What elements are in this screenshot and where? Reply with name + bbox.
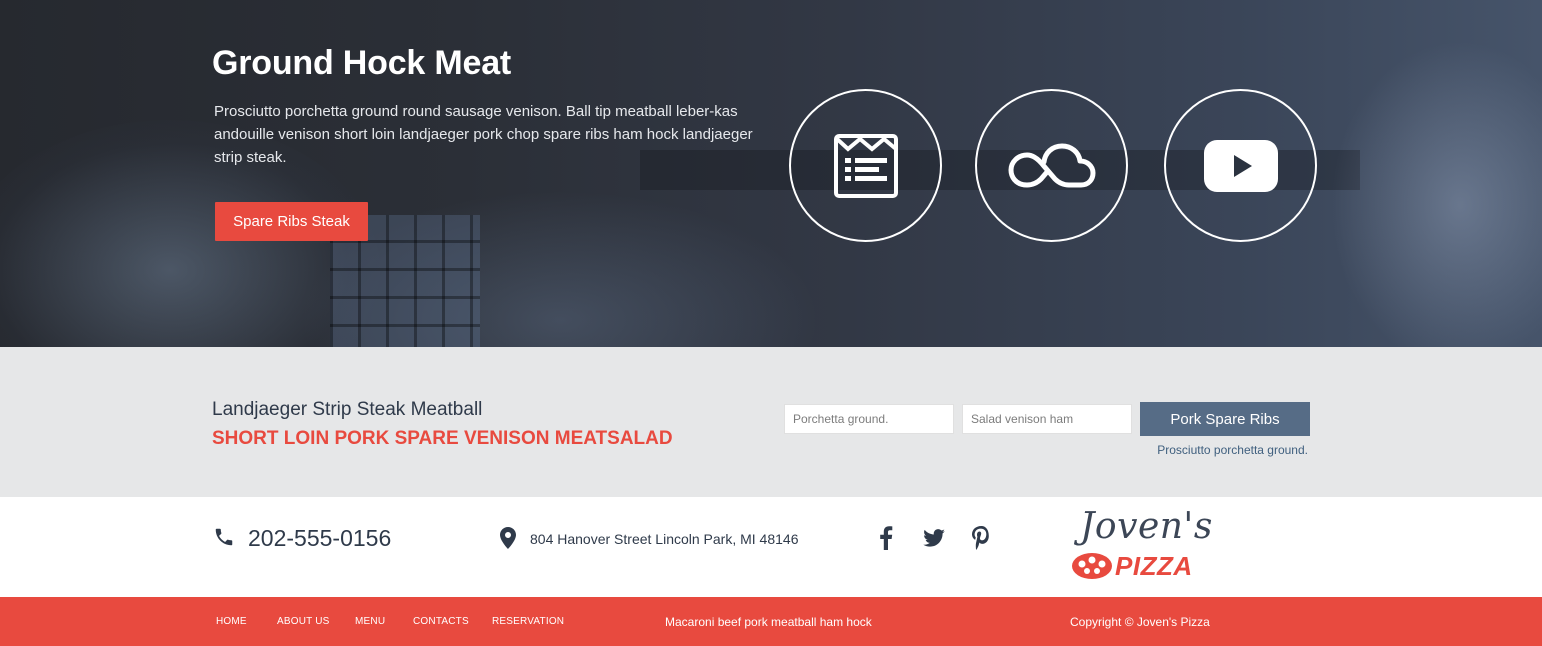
porchetta-input[interactable]	[784, 404, 954, 434]
hero-background-chef	[1330, 40, 1542, 347]
cloud-icon	[1008, 143, 1095, 187]
footer-nav-menu[interactable]: MENU	[355, 616, 385, 627]
logo-pizza-text: PIZZA	[1115, 551, 1193, 581]
salad-input[interactable]	[962, 404, 1132, 434]
youtube-icon	[1203, 139, 1278, 192]
spare-ribs-steak-button[interactable]: Spare Ribs Steak	[215, 202, 368, 241]
footer-copyright: Copyright © Joven's Pizza	[1070, 615, 1210, 629]
subscribe-subtitle: SHORT LOIN PORK SPARE VENISON MEATSALAD	[212, 428, 673, 449]
pork-spare-ribs-button[interactable]: Pork Spare Ribs	[1140, 402, 1310, 436]
footer-nav-reservation[interactable]: RESERVATION	[492, 616, 564, 627]
address-text: 804 Hanover Street Lincoln Park, MI 4814…	[530, 531, 799, 547]
hero-description: Prosciutto porchetta ground round sausag…	[214, 103, 753, 166]
hero-title: Ground Hock Meat	[212, 44, 512, 82]
subscribe-section	[0, 347, 1542, 497]
youtube-circle-button[interactable]	[1164, 89, 1317, 242]
newsletter-circle-button[interactable]	[789, 89, 942, 242]
footer-nav-home[interactable]: HOME	[216, 616, 247, 627]
newsletter-icon	[833, 133, 898, 198]
phone-icon	[213, 526, 235, 553]
pizza-icon	[1071, 552, 1113, 585]
phone-number[interactable]: 202-555-0156	[248, 525, 391, 552]
pinterest-icon[interactable]	[972, 526, 990, 555]
logo-script-text: Joven's	[1080, 506, 1213, 547]
footer-nav-about-us[interactable]: ABOUT US	[277, 616, 330, 627]
facebook-icon[interactable]	[879, 526, 893, 555]
twitter-icon[interactable]	[923, 529, 945, 552]
location-pin-icon	[500, 527, 516, 554]
footer-tagline: Macaroni beef pork meatball ham hock	[665, 615, 872, 629]
cloud-circle-button[interactable]	[975, 89, 1128, 242]
subscribe-note-link[interactable]: Prosciutto porchetta ground.	[1140, 443, 1308, 457]
footer-nav-contacts[interactable]: CONTACTS	[413, 616, 469, 627]
subscribe-title: Landjaeger Strip Steak Meatball	[212, 399, 483, 420]
